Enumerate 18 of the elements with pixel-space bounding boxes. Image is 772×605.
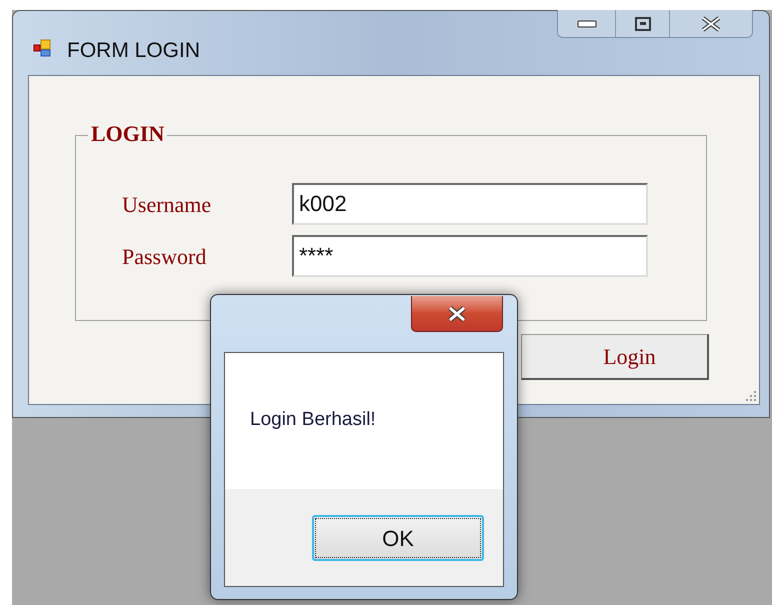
close-button[interactable] xyxy=(411,296,503,332)
maximize-button[interactable] xyxy=(616,10,670,37)
close-icon xyxy=(700,16,722,32)
field-label: Password xyxy=(122,242,208,270)
maximize-icon xyxy=(634,16,650,30)
minimize-button[interactable] xyxy=(558,10,616,37)
resize-grip-icon xyxy=(745,390,757,402)
minimize-icon xyxy=(576,20,596,28)
window-title: FORM LOGIN xyxy=(67,38,200,64)
app-icon xyxy=(33,39,53,57)
close-button[interactable] xyxy=(670,10,752,37)
field-label: Username xyxy=(122,190,212,218)
text-field[interactable]: k002 xyxy=(292,183,648,225)
login-button[interactable]: Login xyxy=(521,334,709,380)
ok-button[interactable]: OK xyxy=(312,515,484,561)
close-icon xyxy=(446,306,468,322)
text-field[interactable]: **** xyxy=(292,235,648,277)
dialog-message: Login Berhasil! xyxy=(250,408,376,432)
